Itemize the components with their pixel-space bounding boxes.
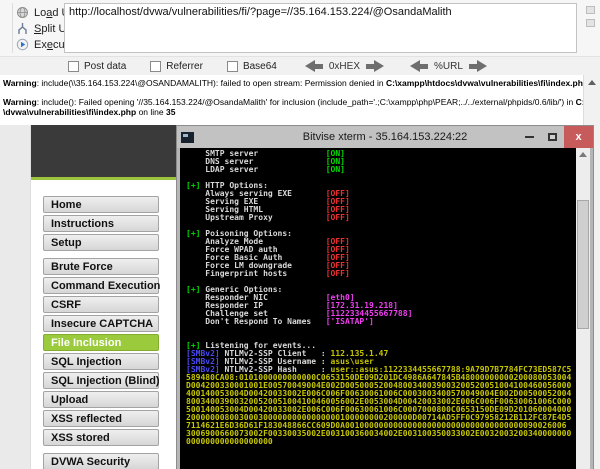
toolbar-divider xyxy=(12,3,13,53)
php-warning: Warning: include(\\35.164.153.224\@OSAND… xyxy=(3,78,599,88)
close-button[interactable]: x xyxy=(564,126,593,148)
hex-decode-arrow-icon[interactable] xyxy=(304,60,323,72)
referrer-label: Referrer xyxy=(166,60,203,72)
sidebar-item-file-inclusion[interactable]: File Inclusion xyxy=(43,334,159,351)
screen: Load URL Split URL Execute http://localh… xyxy=(0,0,600,469)
sidebar-item-sql-injection-blind-[interactable]: SQL Injection (Blind) xyxy=(43,372,160,389)
url-decode-arrow-icon[interactable] xyxy=(410,60,428,72)
menu-group: DVWA Security xyxy=(43,453,159,469)
sidebar-item-upload[interactable]: Upload xyxy=(43,391,159,408)
sidebar-item-instructions[interactable]: Instructions xyxy=(43,215,159,232)
terminal-scroll-thumb[interactable] xyxy=(577,200,589,329)
php-warnings: Warning: include(\\35.164.153.224\@OSAND… xyxy=(3,78,599,126)
dvwa-sidebar: Home Instructions Setup Brute Force Command … xyxy=(43,196,160,469)
php-warning: Warning: include(): Failed opening '//35… xyxy=(3,96,599,118)
menu-group: Home Instructions Setup xyxy=(43,196,159,251)
terminal-scrollbar[interactable] xyxy=(576,148,590,469)
terminal-client-area: SMTP server [ON] DNS server [ON] LDAP se… xyxy=(180,148,590,469)
post-data-option: Post data xyxy=(68,60,127,72)
scroll-up-arrow-icon[interactable] xyxy=(588,80,596,85)
sidebar-item-xss-reflected[interactable]: XSS reflected xyxy=(43,410,159,427)
referrer-checkbox[interactable] xyxy=(150,60,162,72)
sidebar-item-insecure-captcha[interactable]: Insecure CAPTCHA xyxy=(43,315,159,332)
url-encode-label: %URL xyxy=(434,60,463,72)
base64-option: Base64 xyxy=(226,60,277,72)
minimize-button[interactable] xyxy=(518,126,541,148)
sidebar-item-home[interactable]: Home xyxy=(43,196,159,213)
sidebar-item-xss-stored[interactable]: XSS stored xyxy=(43,429,159,446)
hackbar-toolbar: Load URL Split URL Execute http://localh… xyxy=(0,0,600,75)
textarea-scroll-down-icon[interactable] xyxy=(586,19,595,27)
post-data-label: Post data xyxy=(84,60,127,72)
sidebar-item-csrf[interactable]: CSRF xyxy=(43,296,159,313)
referrer-option: Referrer xyxy=(150,60,203,72)
play-icon xyxy=(16,38,29,51)
sidebar-item-brute-force[interactable]: Brute Force xyxy=(43,258,159,275)
maximize-button[interactable] xyxy=(541,126,564,148)
textarea-scroll-up-icon[interactable] xyxy=(586,6,595,14)
hex-encoder-group: 0xHEX xyxy=(304,60,384,72)
terminal-output: SMTP server [ON] DNS server [ON] LDAP se… xyxy=(186,150,572,446)
sidebar-item-command-execution[interactable]: Command Execution xyxy=(43,277,160,294)
sidebar-item-sql-injection[interactable]: SQL Injection xyxy=(43,353,159,370)
terminal-scroll-up-icon[interactable] xyxy=(579,152,587,157)
url-encode-arrow-icon[interactable] xyxy=(468,60,487,72)
base64-checkbox[interactable] xyxy=(226,60,238,72)
split-icon xyxy=(16,22,29,35)
sidebar-item-setup[interactable]: Setup xyxy=(43,234,159,251)
base64-label: Base64 xyxy=(242,60,277,72)
globe-icon xyxy=(16,6,29,19)
hex-encode-arrow-icon[interactable] xyxy=(366,60,384,72)
dvwa-page-gutter xyxy=(0,125,31,469)
url-input[interactable]: http://localhost/dvwa/vulnerabilities/fi… xyxy=(64,3,577,53)
bitvise-xterm-window: Bitvise xterm - 35.164.153.224:22 x SMTP… xyxy=(176,125,594,469)
url-encoder-group: %URL xyxy=(410,60,487,72)
window-controls: x xyxy=(518,126,593,148)
hex-label: 0xHEX xyxy=(328,60,360,72)
menu-group: Brute Force Command Execution CSRF Insecure… xyxy=(43,258,160,446)
sidebar-item-dvwa-security[interactable]: DVWA Security xyxy=(43,453,159,469)
terminal-titlebar[interactable]: Bitvise xterm - 35.164.153.224:22 x xyxy=(177,126,593,148)
post-data-checkbox[interactable] xyxy=(68,60,79,72)
hackbar-options-row: Post data Referrer Base64 0xHEX %URL xyxy=(0,56,600,75)
